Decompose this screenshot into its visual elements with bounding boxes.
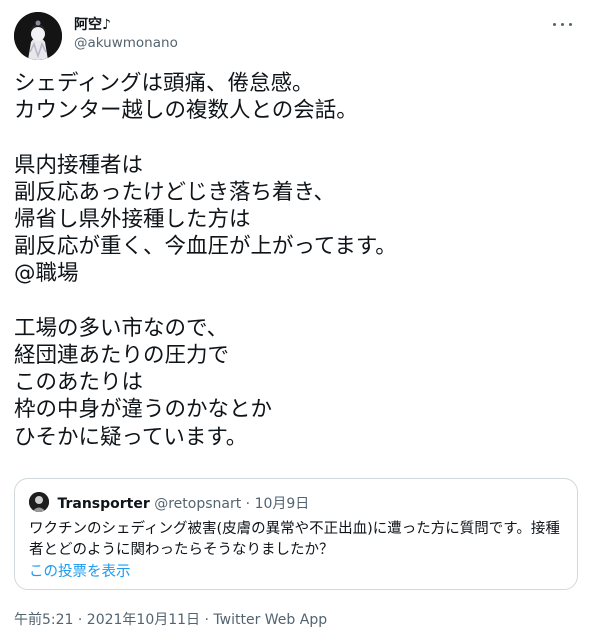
quoted-separator: · [245,496,251,512]
quoted-tweet-header: Transporter @retopsnart · 10月9日 [29,492,309,512]
quoted-avatar-image [29,492,49,512]
tweet-text: シェディングは頭痛、倦怠感。 カウンター越しの複数人との会話。 県内接種者は 副… [14,71,397,450]
tweet-timestamp[interactable]: 午前5:21 · 2021年10月11日 · Twitter Web App [14,610,327,630]
view-poll-link[interactable]: この投票を表示 [29,562,131,582]
avatar[interactable] [14,12,62,60]
author-display-name[interactable]: 阿空♪ [74,16,178,34]
avatar-image [14,12,62,60]
quoted-tweet-text: ワクチンのシェディング被害(皮膚の異常や不正出血)に遭った方に質問です。接種者と… [29,521,560,558]
author-names: 阿空♪ @akuwmonano [74,16,178,53]
quoted-handle: @retopsnart [154,496,242,512]
more-horizontal-icon[interactable] [552,16,576,32]
quoted-date: 10月9日 [254,496,310,512]
quoted-display-name: Transporter [57,496,150,512]
tweet-header: 阿空♪ @akuwmonano [14,12,578,62]
quoted-tweet[interactable]: Transporter @retopsnart · 10月9日 ワクチンのシェデ… [14,478,578,590]
quoted-user-avatar [29,492,49,512]
author-handle[interactable]: @akuwmonano [74,34,178,53]
